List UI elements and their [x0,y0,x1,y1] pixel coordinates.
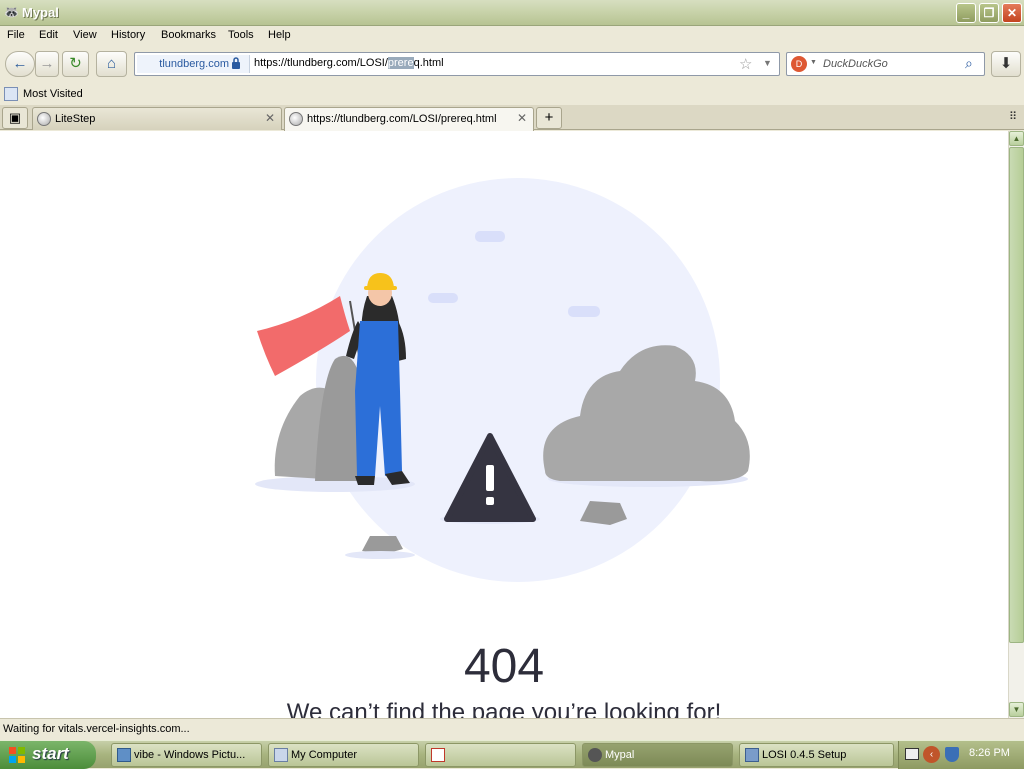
cloud-shape [475,231,505,242]
globe-icon [289,112,303,126]
ground-shadow [345,551,415,559]
downloads-button[interactable]: ⬇ [991,51,1021,77]
back-button[interactable]: ← [5,51,35,77]
navigation-toolbar: ← → ↻ ⌂ tlundberg.com https://tlundberg.… [0,46,1024,84]
menu-tools[interactable]: Tools [228,29,254,41]
error-message: We can’t find the page you’re looking fo… [286,699,722,718]
task-label: vibe - Windows Pictu... [134,749,246,761]
url-prefix: https://tlundberg.com/LOSI/ [254,57,388,69]
task-label: My Computer [291,749,358,761]
picture-viewer-icon [117,748,131,762]
url-bar[interactable]: tlundberg.com https://tlundberg.com/LOSI… [134,52,780,76]
minimize-button[interactable]: _ [956,3,976,23]
search-placeholder: DuckDuckGo [823,58,888,70]
bookmark-star-icon[interactable]: ☆ [739,55,752,73]
keyboard-icon[interactable] [905,748,919,760]
setup-icon [745,748,759,762]
error-code: 404 [463,640,545,693]
task-java[interactable] [425,743,576,767]
url-selection: prere [387,57,414,69]
cloud-shape [568,306,600,317]
back-arrow-icon: ← [12,55,28,72]
start-button[interactable]: start [0,741,96,769]
most-visited-bookmark[interactable]: Most Visited [23,88,83,100]
page-content: 404 We can’t find the page you’re lookin… [0,131,1008,718]
url-suffix: q.html [413,57,444,69]
java-icon [431,748,445,762]
task-my-computer[interactable]: My Computer [268,743,419,767]
home-icon: ⌂ [106,55,117,72]
tab-bar: ▣ LiteStep ✕ https://tlundberg.com/LOSI/… [0,105,1024,131]
tab-list-icon[interactable]: ⠿ [1009,110,1017,123]
maximize-button[interactable]: ❐ [979,3,999,23]
task-losi-setup[interactable]: LOSI 0.4.5 Setup [739,743,894,767]
new-tab-button[interactable]: + [536,107,562,129]
download-arrow-icon: ⬇ [999,55,1013,72]
app-icon: 🦝 [4,5,19,19]
plus-icon: + [544,109,554,126]
home-button[interactable]: ⌂ [96,51,127,77]
reload-button[interactable]: ↻ [62,51,89,77]
task-label: LOSI 0.4.5 Setup [762,749,847,761]
status-bar: Waiting for vitals.vercel-insights.com..… [0,718,1024,740]
scroll-up-button[interactable]: ▲ [1009,131,1024,146]
tab-litestep[interactable]: LiteStep ✕ [32,107,282,130]
status-text: Waiting for vitals.vercel-insights.com..… [3,723,190,735]
globe-icon [37,112,51,126]
bookmarks-toolbar: Most Visited [0,84,1024,105]
most-visited-icon [4,87,18,101]
clock[interactable]: 8:26 PM [969,747,1010,759]
menu-bookmarks[interactable]: Bookmarks [161,29,216,41]
tab-groups-button[interactable]: ▣ [2,107,28,129]
menu-bar: File Edit View History Bookmarks Tools H… [0,26,1024,46]
menu-view[interactable]: View [73,29,97,41]
start-label: start [32,744,69,763]
tab-groups-icon: ▣ [8,110,22,125]
search-icon[interactable]: ⌕ [965,55,973,72]
vertical-scrollbar[interactable]: ▲ ▼ [1008,131,1024,718]
left-boot [355,476,375,485]
close-button[interactable]: ✕ [1002,3,1022,23]
scrollbar-thumb[interactable] [1009,147,1024,643]
scroll-down-button[interactable]: ▼ [1009,702,1024,717]
tab-label: LiteStep [55,113,96,125]
tab-close-icon[interactable]: ✕ [265,111,275,125]
helmet-brim [364,286,397,290]
search-bar[interactable]: D ▼ DuckDuckGo ⌕ [786,52,985,76]
shield-icon[interactable] [945,747,959,762]
system-tray: ‹ 8:26 PM [898,741,1024,769]
tab-close-icon[interactable]: ✕ [517,111,527,125]
duckduckgo-icon[interactable]: D [791,56,807,72]
title-bar: 🦝 Mypal _ ❐ ✕ [0,0,1024,26]
windows-logo-icon [9,747,25,763]
url-history-dropdown-icon[interactable]: ▼ [763,58,772,68]
taskbar: start vibe - Windows Pictu... My Compute… [0,740,1024,769]
warning-exclamation [486,465,494,491]
menu-file[interactable]: File [7,29,25,41]
menu-history[interactable]: History [111,29,145,41]
site-identity-label: tlundberg.com [159,58,229,70]
forward-button[interactable]: → [35,51,59,77]
lock-icon [232,57,240,69]
reload-icon: ↻ [69,55,82,72]
404-illustration [255,178,750,582]
task-label: Mypal [605,749,635,761]
my-computer-icon [274,748,288,762]
warning-dot [486,497,494,505]
url-text[interactable]: https://tlundberg.com/LOSI/prereq.html [254,57,444,69]
task-windows-picture-viewer[interactable]: vibe - Windows Pictu... [111,743,262,767]
task-mypal[interactable]: Mypal [582,743,733,767]
tab-label: https://tlundberg.com/LOSI/prereq.html [307,113,497,125]
menu-help[interactable]: Help [268,29,291,41]
cloud-shape [428,293,458,303]
tab-prereq[interactable]: https://tlundberg.com/LOSI/prereq.html ✕ [284,107,534,131]
mypal-icon [588,748,602,762]
window-title: Mypal [22,5,59,20]
tray-expand-icon[interactable]: ‹ [923,746,940,763]
menu-edit[interactable]: Edit [39,29,58,41]
search-engine-dropdown-icon[interactable]: ▼ [810,59,817,66]
forward-arrow-icon: → [39,55,55,72]
